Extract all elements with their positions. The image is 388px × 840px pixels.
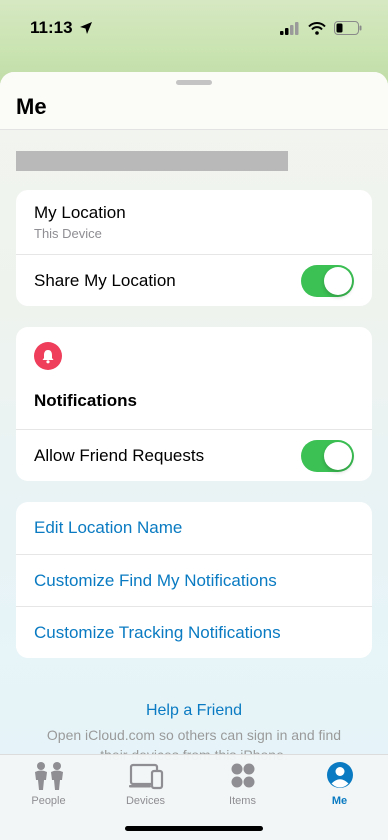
customize-find-my-notifications-link[interactable]: Customize Find My Notifications [34, 571, 277, 591]
status-time: 11:13 [30, 18, 93, 38]
cellular-signal-icon [280, 21, 299, 35]
notifications-card: Notifications Allow Friend Requests [16, 327, 372, 481]
customize-tracking-notifications-row[interactable]: Customize Tracking Notifications [16, 606, 372, 658]
links-card: Edit Location Name Customize Find My Not… [16, 502, 372, 658]
status-icons [280, 21, 362, 35]
wifi-icon [308, 21, 326, 35]
customize-find-my-notifications-row[interactable]: Customize Find My Notifications [16, 554, 372, 606]
customize-tracking-notifications-link[interactable]: Customize Tracking Notifications [34, 623, 281, 643]
tab-devices[interactable]: Devices [97, 761, 194, 815]
share-location-row: Share My Location [16, 254, 372, 306]
tab-items[interactable]: Items [194, 761, 291, 815]
items-icon [231, 763, 254, 788]
my-location-sub: This Device [34, 226, 102, 241]
tab-me[interactable]: Me [291, 761, 388, 815]
notifications-header: Notifications [16, 327, 372, 429]
devices-icon [128, 763, 163, 790]
me-icon [326, 762, 353, 788]
my-location-label: My Location [34, 203, 126, 222]
toggle-knob [324, 441, 352, 470]
edit-location-name-row[interactable]: Edit Location Name [16, 502, 372, 554]
battery-icon [334, 21, 362, 35]
my-location-row[interactable]: My Location This Device [16, 190, 372, 254]
people-icon [34, 762, 63, 790]
tab-items-label: Items [229, 795, 256, 807]
notifications-title: Notifications [34, 391, 137, 410]
allow-friend-requests-row: Allow Friend Requests [16, 429, 372, 481]
share-location-toggle[interactable] [301, 264, 354, 297]
clock-text: 11:13 [30, 18, 73, 37]
tab-devices-label: Devices [125, 795, 166, 807]
me-sheet: Me My Location This Device Share My Loca… [0, 72, 388, 840]
edit-location-name-link[interactable]: Edit Location Name [34, 518, 182, 538]
help-a-friend-link[interactable]: Help a Friend [0, 702, 388, 720]
tab-people-label: People [31, 795, 66, 807]
redacted-name-bar [16, 151, 288, 171]
sheet-header: Me [0, 72, 388, 130]
tab-me-label: Me [331, 795, 348, 807]
toggle-knob [324, 266, 352, 295]
location-arrow-icon [79, 22, 92, 34]
allow-friend-requests-toggle[interactable] [301, 439, 354, 472]
bell-badge [34, 342, 62, 370]
page-title: Me [16, 94, 47, 119]
home-indicator[interactable] [125, 826, 263, 831]
sheet-grabber[interactable] [176, 80, 212, 85]
share-location-label: Share My Location [34, 270, 176, 290]
tab-people[interactable]: People [0, 761, 97, 815]
location-card: My Location This Device Share My Locatio… [16, 190, 372, 306]
bell-icon [42, 349, 54, 363]
allow-friend-requests-label: Allow Friend Requests [34, 445, 205, 465]
status-bar: 11:13 [0, 0, 388, 56]
